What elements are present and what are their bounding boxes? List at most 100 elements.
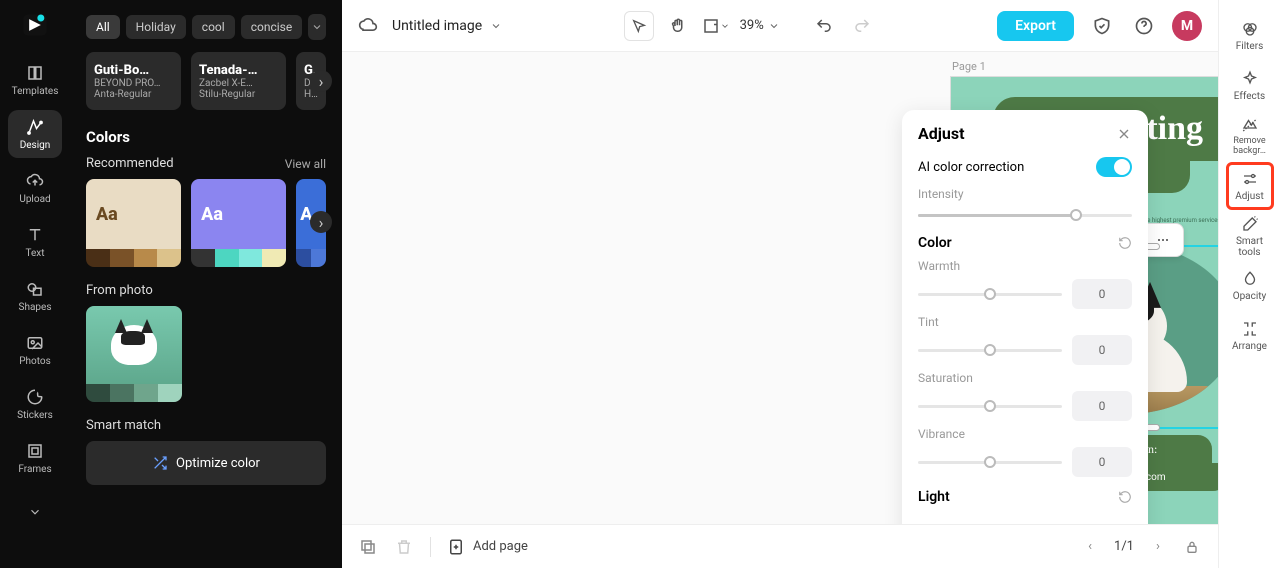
rail-opacity[interactable]: Opacity <box>1226 262 1274 310</box>
more-icon <box>26 503 44 521</box>
swatch-card[interactable]: Aa <box>191 179 286 267</box>
chevron-down-icon <box>490 20 502 32</box>
color-section-label: Color <box>918 235 952 251</box>
swatch-scroll-right[interactable]: › <box>310 211 332 233</box>
intensity-label: Intensity <box>918 187 964 201</box>
tool-label: Shapes <box>19 302 52 313</box>
vibrance-label: Vibrance <box>918 427 965 441</box>
tag-holiday[interactable]: Holiday <box>126 15 186 39</box>
remove-bg-icon <box>1241 116 1259 134</box>
help-icon[interactable] <box>1130 12 1158 40</box>
effects-icon <box>1241 70 1259 88</box>
prev-page-button[interactable]: ‹ <box>1080 537 1100 557</box>
rail-smart-tools[interactable]: Smart tools <box>1226 212 1274 260</box>
avatar[interactable]: M <box>1172 11 1202 41</box>
saturation-slider[interactable] <box>918 398 1062 414</box>
add-page-icon <box>447 538 465 556</box>
optimize-color-button[interactable]: Optimize color <box>86 441 326 485</box>
rail-label: Arrange <box>1232 341 1267 352</box>
page-label: Page 1 <box>952 60 986 73</box>
reset-light-button[interactable] <box>1118 490 1132 504</box>
next-page-button[interactable]: › <box>1148 537 1168 557</box>
intensity-slider[interactable] <box>918 207 1132 223</box>
rail-arrange[interactable]: Arrange <box>1226 312 1274 360</box>
shield-icon[interactable] <box>1088 12 1116 40</box>
font-sub: BEYOND PRO… <box>94 78 173 89</box>
doc-title[interactable]: Untitled image <box>392 18 502 34</box>
tool-upload[interactable]: Upload <box>8 164 62 212</box>
close-icon[interactable] <box>1116 126 1132 142</box>
adjust-icon <box>1241 170 1259 188</box>
export-button[interactable]: Export <box>997 11 1074 41</box>
view-all-link[interactable]: View all <box>285 157 326 171</box>
delete-button[interactable] <box>394 537 414 557</box>
rail-filters[interactable]: Filters <box>1226 12 1274 60</box>
swatch-text: Aa <box>201 204 223 225</box>
smart-tools-icon <box>1241 215 1259 233</box>
tag-dropdown[interactable] <box>308 14 326 40</box>
lock-button[interactable] <box>1182 537 1202 557</box>
tool-label: Frames <box>18 464 51 475</box>
tool-stickers[interactable]: Stickers <box>8 380 62 428</box>
design-icon <box>26 118 44 136</box>
redo-button[interactable] <box>848 12 876 40</box>
tool-design[interactable]: Design <box>8 110 62 158</box>
font-title: Guti-Bo… <box>94 63 173 78</box>
tool-label: Design <box>20 140 51 151</box>
upload-icon <box>26 172 44 190</box>
tool-shapes[interactable]: Shapes <box>8 272 62 320</box>
tag-cool[interactable]: cool <box>192 15 235 39</box>
rail-remove-bg[interactable]: Remove backgr… <box>1226 112 1274 160</box>
tool-label: Upload <box>19 194 50 205</box>
vibrance-value[interactable]: 0 <box>1072 447 1132 477</box>
tool-more[interactable] <box>8 488 62 536</box>
rail-effects[interactable]: Effects <box>1226 62 1274 110</box>
select-tool-button[interactable] <box>624 11 654 41</box>
zoom-dropdown[interactable]: 39% <box>740 18 780 33</box>
photo-thumb <box>86 306 182 384</box>
font-sub: Anta-Regular <box>94 89 173 100</box>
saturation-value[interactable]: 0 <box>1072 391 1132 421</box>
fonts-scroll-right[interactable]: › <box>310 70 332 92</box>
warmth-value[interactable]: 0 <box>1072 279 1132 309</box>
arrange-icon <box>1241 320 1259 338</box>
rail-label: Filters <box>1236 41 1264 52</box>
stickers-icon <box>26 388 44 406</box>
saturation-label: Saturation <box>918 371 973 385</box>
font-card[interactable]: Guti-Bo… BEYOND PRO… Anta-Regular <box>86 52 181 110</box>
vibrance-slider[interactable] <box>918 454 1062 470</box>
tag-concise[interactable]: concise <box>241 15 303 39</box>
tool-text[interactable]: Text <box>8 218 62 266</box>
hand-tool-button[interactable] <box>664 12 692 40</box>
optimize-label: Optimize color <box>176 456 260 471</box>
reset-color-button[interactable] <box>1118 236 1132 250</box>
font-card[interactable]: Tenada-… Zacbel X-E… Stilu-Regular <box>191 52 286 110</box>
photo-swatch-card[interactable] <box>86 306 182 402</box>
cloud-icon[interactable] <box>358 16 378 36</box>
ai-correction-toggle[interactable] <box>1096 157 1132 177</box>
swatch-card[interactable]: Aa <box>86 179 181 267</box>
add-page-button[interactable]: Add page <box>447 538 528 556</box>
tool-frames[interactable]: Frames <box>8 434 62 482</box>
filters-icon <box>1241 20 1259 38</box>
tool-templates[interactable]: Templates <box>8 56 62 104</box>
tint-value[interactable]: 0 <box>1072 335 1132 365</box>
page-counter: 1/1 <box>1114 539 1134 554</box>
tool-photos[interactable]: Photos <box>8 326 62 374</box>
font-sub: Stilu-Regular <box>199 89 278 100</box>
adjust-panel: Adjust AI color correction Intensity Col… <box>902 110 1148 524</box>
undo-button[interactable] <box>810 12 838 40</box>
app-logo[interactable] <box>20 10 50 40</box>
layers-button[interactable] <box>358 537 378 557</box>
rail-adjust[interactable]: Adjust <box>1226 162 1274 210</box>
tint-slider[interactable] <box>918 342 1062 358</box>
rail-label: Smart tools <box>1226 236 1274 258</box>
rail-label: Opacity <box>1233 291 1267 302</box>
shuffle-icon <box>152 455 168 471</box>
tag-all[interactable]: All <box>86 15 120 39</box>
adjust-title: Adjust <box>918 124 965 143</box>
ai-correction-label: AI color correction <box>918 160 1024 175</box>
warmth-slider[interactable] <box>918 286 1062 302</box>
font-title: Tenada-… <box>199 63 278 78</box>
resize-dropdown[interactable] <box>702 12 730 40</box>
